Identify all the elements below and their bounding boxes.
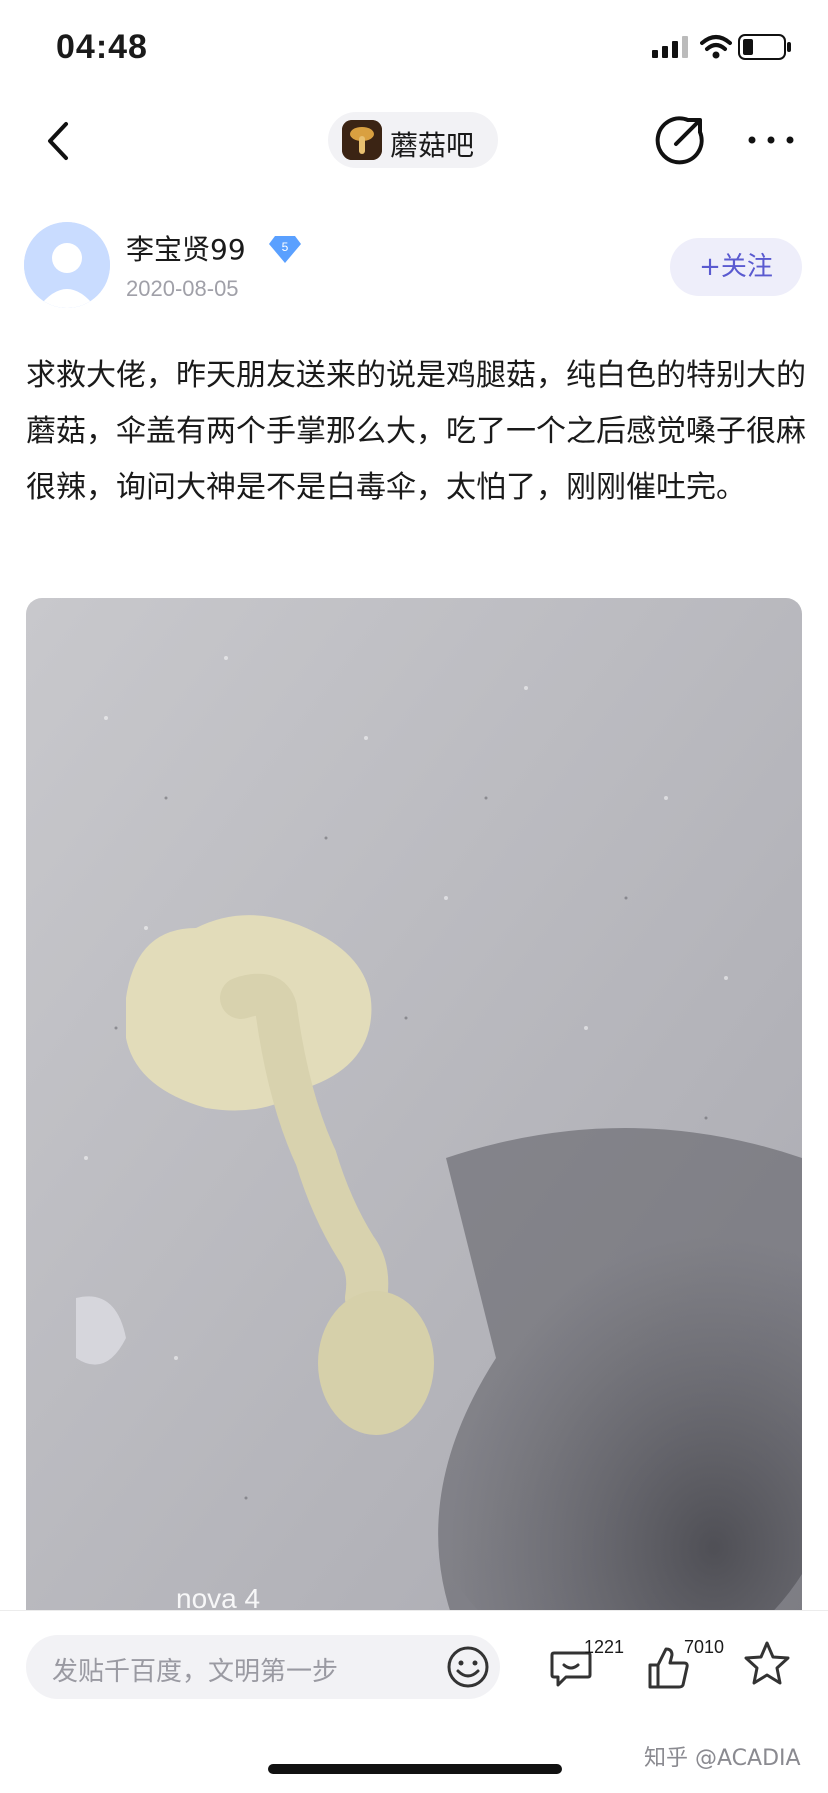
nav-bar: 蘑菇吧 xyxy=(0,100,828,200)
signal-icon xyxy=(652,36,688,58)
back-arrow-icon[interactable] xyxy=(38,116,78,166)
avatar[interactable] xyxy=(24,222,110,308)
forum-avatar xyxy=(342,120,382,160)
like-button[interactable]: 7010 xyxy=(646,1637,746,1697)
level-number: 5 xyxy=(282,240,289,254)
post-date: 2020-08-05 xyxy=(126,276,239,301)
post-image[interactable]: nova 4 xyxy=(26,598,802,1628)
wifi-icon xyxy=(700,35,732,59)
source-watermark: 知乎 @ACADIA xyxy=(644,1746,801,1771)
emoji-icon[interactable] xyxy=(444,1643,492,1691)
comment-button[interactable]: 1221 xyxy=(548,1637,648,1697)
star-icon[interactable] xyxy=(742,1639,792,1689)
forum-name: 蘑菇吧 xyxy=(390,129,475,162)
reply-input[interactable]: 发贴千百度，文明第一步 xyxy=(26,1635,500,1699)
status-time: 04:48 xyxy=(56,28,148,66)
home-indicator[interactable] xyxy=(268,1764,562,1774)
status-bar: 04:48 xyxy=(0,0,828,100)
battery-icon xyxy=(738,34,791,60)
more-icon[interactable] xyxy=(746,122,796,158)
author-name[interactable]: 李宝贤99 xyxy=(126,228,246,268)
comment-count: 1221 xyxy=(584,1637,625,1657)
level-badge-icon: 5 xyxy=(269,236,301,263)
reply-placeholder: 发贴千百度，文明第一步 xyxy=(52,1657,339,1687)
forum-pill[interactable]: 蘑菇吧 xyxy=(328,112,498,168)
like-count: 7010 xyxy=(684,1637,725,1657)
post-text: 求救大佬，昨天朋友送来的说是鸡腿菇，纯白色的特别大的蘑菇，伞盖有两个手掌那么大，… xyxy=(26,358,806,505)
author-row: 李宝贤99 5 2020-08-05 +关注 xyxy=(0,220,828,320)
follow-button[interactable]: +关注 xyxy=(670,238,802,296)
edit-icon[interactable] xyxy=(652,112,708,168)
